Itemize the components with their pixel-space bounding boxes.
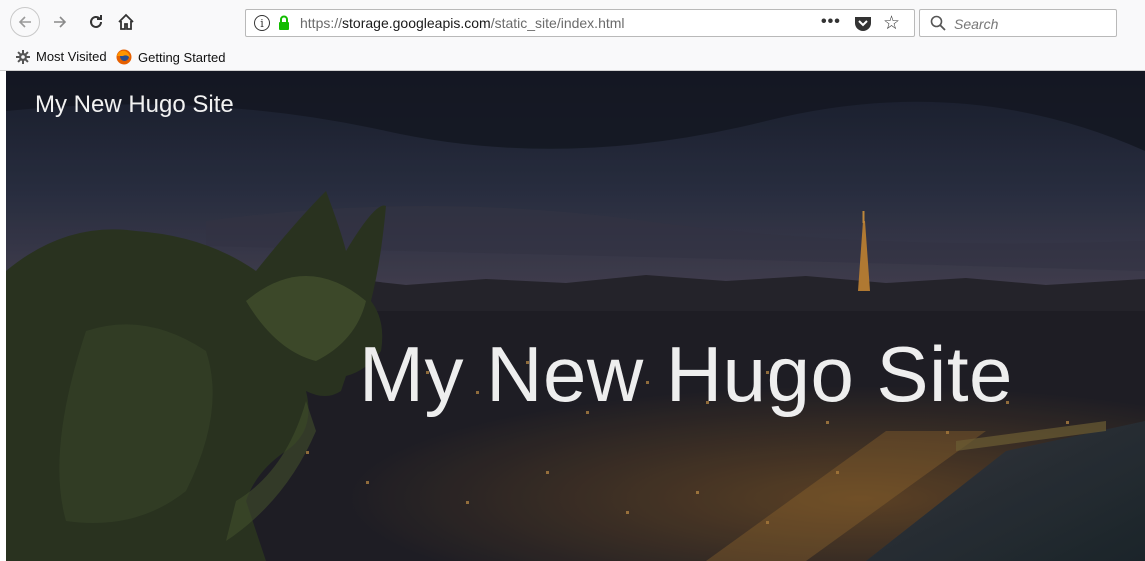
browser-window: i https://storage.googleapis.com/static_… (0, 0, 1145, 561)
lock-icon[interactable] (278, 15, 290, 31)
bookmarks-toolbar: Most Visited Getting Started (0, 44, 1145, 71)
back-button[interactable] (10, 7, 40, 37)
bookmark-star-icon[interactable]: ☆ (883, 12, 900, 35)
hero-title: My New Hugo Site (359, 330, 1013, 418)
reload-icon (90, 15, 102, 28)
pocket-icon[interactable] (854, 15, 872, 32)
forward-arrow-icon (54, 16, 67, 28)
url-text[interactable]: https://storage.googleapis.com/static_si… (300, 15, 625, 31)
site-title-link[interactable]: My New Hugo Site (35, 91, 234, 119)
url-domain: storage.googleapis.com (342, 15, 491, 31)
bookmark-label: Getting Started (138, 49, 226, 65)
home-button[interactable] (112, 8, 140, 36)
url-path: /static_site/index.html (490, 15, 625, 31)
search-placeholder[interactable]: Search (954, 16, 998, 32)
page-viewport: My New Hugo Site My New Hugo Site (6, 71, 1145, 561)
reload-button[interactable] (82, 8, 110, 36)
page-actions-button[interactable]: ••• (821, 13, 841, 31)
back-arrow-icon (18, 16, 31, 28)
firefox-icon (116, 49, 132, 65)
bookmark-label: Most Visited (36, 49, 107, 64)
info-icon[interactable]: i (254, 15, 270, 31)
url-prefix: https:// (300, 15, 343, 31)
hero-dark-overlay (6, 71, 1145, 561)
search-bar[interactable]: Search (919, 9, 1117, 37)
bookmark-most-visited[interactable]: Most Visited (16, 49, 107, 64)
search-icon (930, 15, 946, 31)
forward-button[interactable] (46, 8, 74, 36)
home-icon (118, 13, 134, 30)
url-bar[interactable]: i https://storage.googleapis.com/static_… (245, 9, 915, 37)
gear-icon (16, 49, 30, 64)
bookmark-getting-started[interactable]: Getting Started (116, 49, 225, 65)
navigation-toolbar: i https://storage.googleapis.com/static_… (0, 0, 1145, 44)
